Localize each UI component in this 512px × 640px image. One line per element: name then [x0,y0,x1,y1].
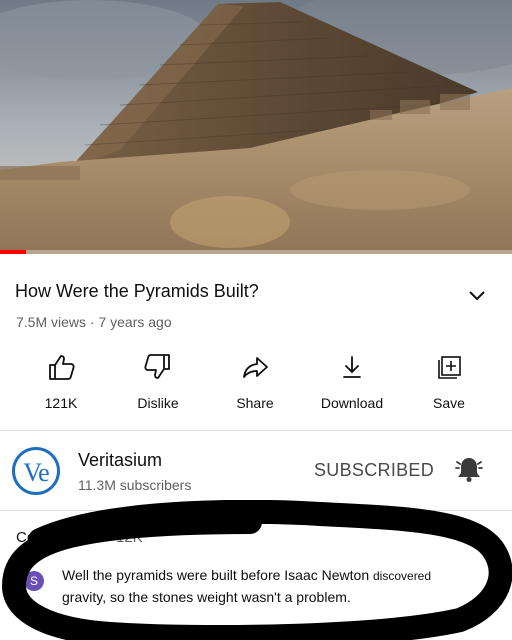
share-label: Share [236,395,274,411]
top-comment-text[interactable]: Well the pyramids were built before Isaa… [62,565,482,608]
download-icon [343,356,361,378]
dislike-label: Dislike [137,395,179,411]
channel-avatar[interactable]: Ve [12,447,60,495]
subscriber-count: 11.3M subscribers [78,477,192,493]
like-button[interactable]: 121K [11,352,111,422]
like-count: 121K [44,395,78,411]
video-meta: 7.5M views · 7 years ago [16,314,172,330]
comments-count: 12K [116,529,143,546]
comments-header[interactable]: Comments [16,529,89,546]
video-title[interactable]: How Were the Pyramids Built? [15,280,259,302]
download-label: Download [320,395,384,411]
add-to-playlist-icon [438,356,461,379]
thumbs-down-icon [144,354,170,379]
share-icon [243,357,268,378]
subscribed-button[interactable]: SUBSCRIBED [314,460,434,481]
progress-bar[interactable] [0,250,512,254]
comment-text-small: discovered [373,569,432,583]
download-button[interactable]: Download [302,352,402,422]
divider [0,510,512,511]
action-bar: 121K Dislike Share Download Save [0,352,512,424]
dislike-button[interactable]: Dislike [108,352,208,422]
thumbs-up-icon [49,355,75,380]
channel-avatar-text: Ve [23,458,49,487]
chevron-down-icon[interactable] [466,284,488,306]
video-player[interactable] [0,0,512,254]
channel-name[interactable]: Veritasium [78,450,162,471]
save-label: Save [433,395,465,411]
commenter-avatar[interactable]: S [24,571,44,591]
notification-bell-icon[interactable] [452,452,486,486]
divider [0,430,512,431]
expand-comments-icon[interactable] [470,528,488,546]
save-button[interactable]: Save [399,352,499,422]
share-button[interactable]: Share [205,352,305,422]
progress-bar-fill [0,250,26,254]
comment-text-part: Well the pyramids were built before Isaa… [62,567,373,583]
comment-text-line2: gravity, so the stones weight wasn't a p… [62,589,351,605]
video-thumbnail [0,0,512,254]
